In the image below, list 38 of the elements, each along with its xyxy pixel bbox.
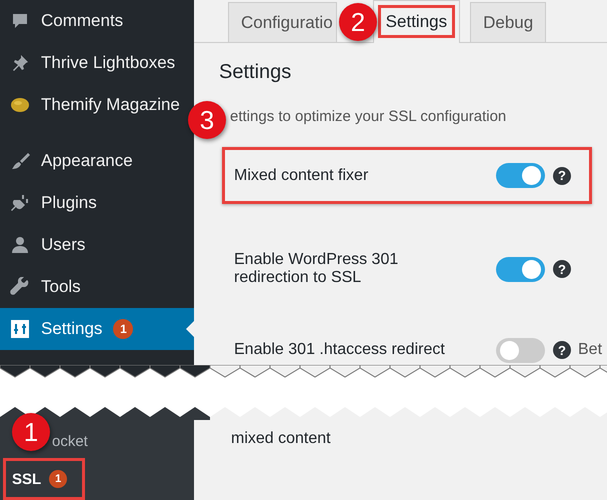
tab[interactable]: Settings — [372, 0, 460, 43]
count-badge: 1 — [49, 470, 68, 488]
menu-item-label[interactable]: Plugins — [41, 193, 97, 213]
tab[interactable]: Configuratio — [228, 2, 337, 42]
section-description: ettings to optimize your SSL configuration — [229, 108, 508, 125]
help-icon[interactable]: ? — [553, 341, 571, 359]
help-icon[interactable]: ? — [553, 260, 571, 278]
menu-item-label[interactable]: Users — [41, 235, 86, 255]
setting-label: Enable WordPress 301 redirection to SSL — [234, 251, 400, 287]
toggle-switch[interactable] — [496, 163, 545, 188]
setting-note: Bet — [578, 341, 602, 359]
user-icon — [10, 235, 30, 255]
menu-item-label[interactable]: Appearance — [41, 151, 133, 171]
step-number: 2 — [350, 6, 366, 38]
plug-icon — [10, 193, 30, 213]
settings-icon — [10, 319, 30, 339]
toggle-switch[interactable] — [496, 256, 545, 282]
tab[interactable]: Debug — [470, 2, 546, 42]
submenu-item[interactable]: SSL — [12, 470, 42, 488]
setting-label: Mixed content fixer — [234, 166, 370, 184]
menu-item-label[interactable]: Settings — [41, 319, 102, 339]
step-number: 3 — [200, 104, 214, 136]
menu-item-label[interactable]: Tools — [41, 277, 81, 297]
setting-label: Enable 301 .htaccess redirect — [234, 341, 446, 359]
menu-item-label[interactable]: Themify Magazine — [41, 95, 180, 115]
step-number: 1 — [24, 416, 38, 448]
menu-item-label[interactable]: Thrive Lightboxes — [41, 53, 176, 73]
toggle-switch[interactable] — [496, 338, 545, 362]
count-badge: 1 — [113, 319, 134, 339]
setting-label: mixed content — [230, 429, 332, 448]
menu-item-label[interactable]: Comments — [41, 11, 124, 31]
blob-icon — [10, 95, 30, 115]
paintbrush-icon — [10, 151, 30, 171]
submenu-item[interactable]: ocket — [52, 432, 88, 450]
help-icon[interactable]: ? — [553, 166, 571, 184]
section-heading: Settings — [219, 61, 292, 84]
comment-icon — [10, 11, 30, 31]
wrench-icon — [10, 277, 30, 297]
